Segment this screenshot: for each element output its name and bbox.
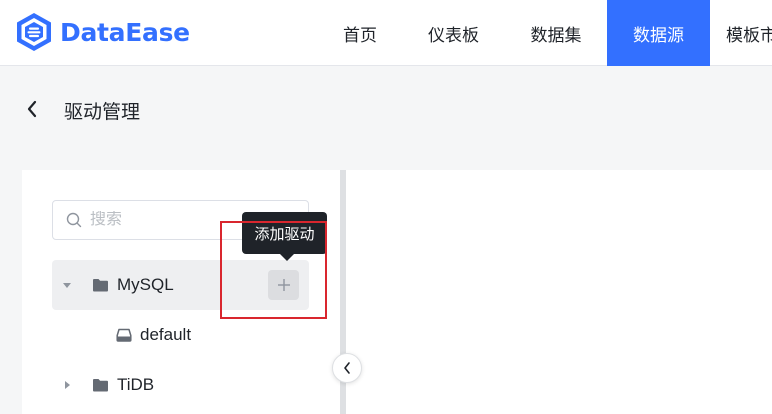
- tooltip-text: 添加驱动: [254, 225, 315, 243]
- nav-item-datasource[interactable]: 数据源: [607, 0, 710, 66]
- nav-item-label: 模板市: [726, 25, 772, 45]
- add-driver-tooltip: 添加驱动: [242, 212, 327, 254]
- folder-icon: [93, 279, 108, 292]
- nav-item-template-market[interactable]: 模板市: [710, 0, 772, 66]
- main-content-panel: [346, 170, 772, 414]
- app-logo[interactable]: DataEase: [14, 11, 190, 53]
- dataease-logo-icon: [17, 13, 51, 51]
- search-icon: [66, 212, 82, 228]
- nav-item-label: 仪表板: [428, 25, 479, 45]
- nav-item-label: 首页: [343, 25, 377, 45]
- nav-item-dashboard[interactable]: 仪表板: [402, 0, 505, 66]
- folder-icon: [93, 379, 108, 392]
- driver-tree-panel: MySQL default TiDB: [22, 170, 340, 414]
- nav-item-label: 数据集: [530, 25, 582, 45]
- tree-node-tidb[interactable]: TiDB: [52, 360, 309, 410]
- back-button[interactable]: [22, 97, 42, 121]
- add-driver-button[interactable]: [268, 270, 299, 300]
- driver-icon: [116, 328, 132, 342]
- main-nav: 首页 仪表板 数据集 数据源 模板市: [318, 0, 772, 66]
- tree-node-label: TiDB: [117, 375, 155, 394]
- collapse-sidebar-button[interactable]: [332, 353, 362, 383]
- brand-name: DataEase: [60, 17, 190, 47]
- plus-icon: [277, 279, 290, 291]
- page-header: 驱动管理: [0, 66, 772, 152]
- top-navigation-bar: DataEase 首页 仪表板 数据集 数据源 模板市: [0, 0, 772, 66]
- nav-item-home[interactable]: 首页: [318, 0, 402, 66]
- nav-item-dataset[interactable]: 数据集: [505, 0, 607, 66]
- tree-node-mysql[interactable]: MySQL: [52, 260, 309, 310]
- caret-down-icon[interactable]: [62, 280, 72, 290]
- tree-node-label: MySQL: [117, 275, 174, 294]
- chevron-left-icon: [27, 100, 37, 118]
- nav-item-label: 数据源: [633, 25, 684, 45]
- tooltip-arrow: [280, 254, 294, 261]
- tree-node-label: default: [140, 325, 192, 344]
- caret-right-icon[interactable]: [62, 380, 72, 390]
- chevron-left-icon: [344, 362, 350, 374]
- page-title: 驱动管理: [64, 102, 141, 123]
- tree-node-default[interactable]: default: [52, 310, 309, 360]
